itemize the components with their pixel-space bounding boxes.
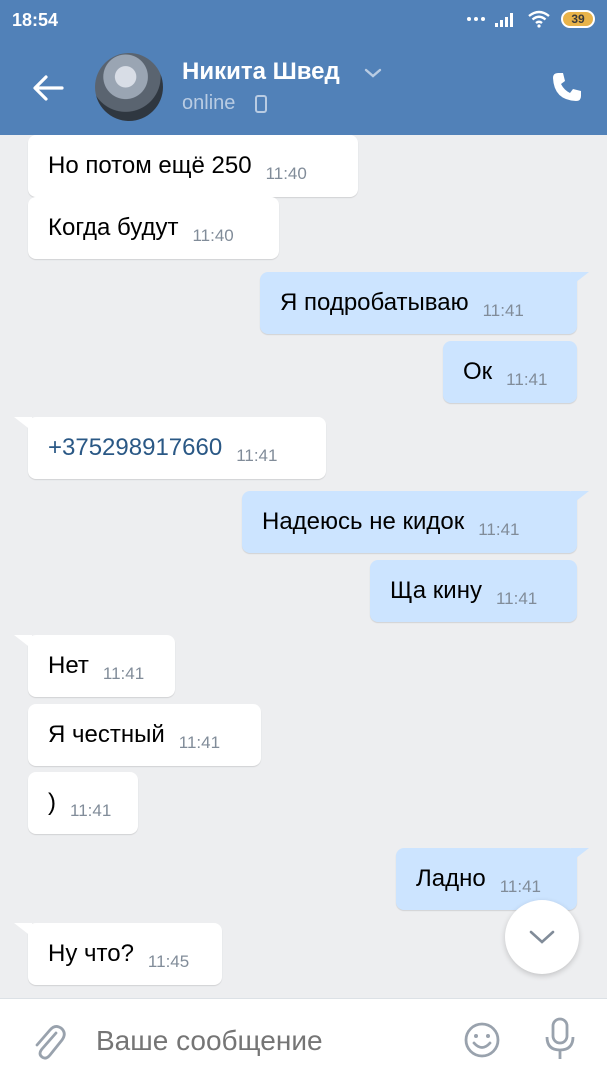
- message-time: 11:41: [482, 301, 524, 320]
- scroll-down-button[interactable]: [505, 900, 579, 974]
- status-bar: 18:54 39: [0, 0, 607, 40]
- chevron-down-icon[interactable]: [363, 66, 383, 80]
- message-time: 11:41: [70, 801, 112, 820]
- incoming-message[interactable]: +375298917660 11:41: [28, 417, 326, 479]
- dots-icon: [467, 17, 485, 21]
- message-text: Ок: [463, 358, 493, 385]
- message-text: Ща кину: [390, 577, 482, 604]
- bubble-tail: [571, 848, 589, 862]
- message-list[interactable]: Но потом ещё 250 11:40 Когда будут 11:40 Я п…: [0, 135, 607, 998]
- message-time: 11:45: [147, 952, 190, 971]
- bubble-tail: [571, 491, 589, 505]
- message-time: 11:41: [499, 877, 541, 896]
- incoming-message[interactable]: Когда будут 11:40: [28, 197, 279, 259]
- back-arrow-icon[interactable]: [28, 70, 68, 106]
- phone-call-icon[interactable]: [550, 70, 584, 104]
- bubble-tail: [571, 272, 589, 286]
- message-text: Я подробатываю: [280, 289, 469, 316]
- status-time: 18:54: [12, 10, 59, 30]
- battery-level: 39: [571, 12, 585, 26]
- contact-name[interactable]: Никита Швед: [182, 58, 340, 86]
- message-time: 11:41: [236, 446, 278, 465]
- status-icons: 39: [467, 10, 595, 28]
- message-text: Я честный: [48, 721, 165, 748]
- avatar[interactable]: [95, 53, 163, 121]
- smiley-icon[interactable]: [463, 1021, 501, 1059]
- message-time: 11:41: [506, 370, 548, 389]
- incoming-message[interactable]: Но потом ещё 250 11:40: [28, 135, 358, 197]
- message-time: 11:41: [178, 733, 221, 752]
- incoming-message[interactable]: Ну что? 11:45: [28, 923, 222, 985]
- message-text: Ну что?: [48, 940, 134, 967]
- message-time: 11:40: [265, 164, 307, 183]
- paperclip-icon[interactable]: [30, 1021, 66, 1061]
- incoming-message[interactable]: Нет 11:41: [28, 635, 175, 697]
- outgoing-message[interactable]: Ща кину 11:41: [370, 560, 577, 622]
- message-composer: [0, 998, 607, 1081]
- message-time: 11:41: [495, 589, 538, 608]
- wifi-icon: [528, 10, 550, 28]
- message-text: Надеюсь не кидок: [262, 508, 465, 535]
- bubble-tail: [14, 635, 32, 649]
- message-text: Когда будут: [48, 214, 179, 241]
- bubble-tail: [14, 417, 32, 431]
- message-text: ): [48, 789, 56, 816]
- message-text: Но потом ещё 250: [48, 152, 252, 179]
- bubble-tail: [14, 923, 32, 937]
- message-time: 11:41: [478, 520, 520, 539]
- online-status: online: [182, 92, 236, 114]
- message-text: Ладно: [416, 865, 486, 892]
- outgoing-message[interactable]: Ок 11:41: [443, 341, 577, 403]
- chat-header: 18:54 39 Никита Швед online: [0, 0, 607, 135]
- incoming-message[interactable]: Я честный 11:41: [28, 704, 261, 766]
- outgoing-message[interactable]: Я подробатываю 11:41: [260, 272, 577, 334]
- message-text: Нет: [48, 652, 89, 679]
- battery-icon: 39: [561, 10, 595, 28]
- message-input[interactable]: [96, 1021, 436, 1061]
- outgoing-message[interactable]: Надеюсь не кидок 11:41: [242, 491, 577, 553]
- message-phone-link[interactable]: +375298917660: [48, 434, 222, 462]
- microphone-icon[interactable]: [543, 1017, 577, 1061]
- message-time: 11:40: [192, 226, 234, 245]
- signal-icon: [495, 13, 513, 27]
- mobile-phone-icon: [255, 95, 267, 113]
- scroll-down-chevron-icon: [529, 930, 555, 944]
- message-time: 11:41: [102, 664, 145, 683]
- incoming-message[interactable]: ) 11:41: [28, 772, 138, 834]
